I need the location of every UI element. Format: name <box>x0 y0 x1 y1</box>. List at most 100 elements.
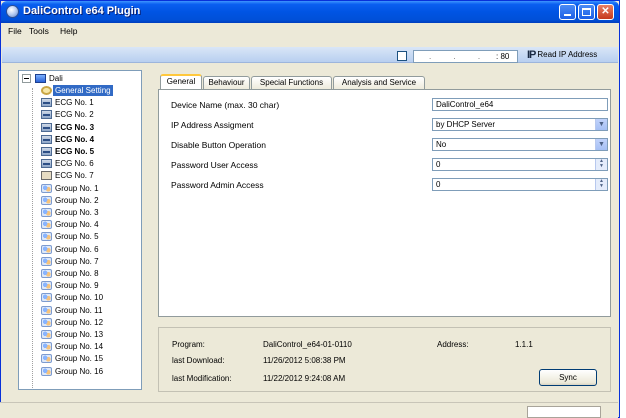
menu-bar: File Tools Help <box>1 23 619 39</box>
close-button[interactable]: ✕ <box>597 4 614 20</box>
tree-item[interactable]: Group No. 7 <box>19 256 137 267</box>
tab-general-active-label: General <box>166 77 196 86</box>
password-user-value: 0 <box>436 160 441 169</box>
menu-help[interactable]: Help <box>60 26 77 36</box>
ecg-icon <box>41 122 52 132</box>
spinner-icon[interactable]: ▲ ▼ <box>595 159 607 170</box>
read-ip-address-button[interactable]: IP Read IP Address <box>527 49 597 63</box>
tree-item[interactable]: Group No. 6 <box>19 244 137 255</box>
ip-assignment-value: by DHCP Server <box>436 120 495 129</box>
last-modification-label: last Modification: <box>172 374 232 383</box>
collapse-icon <box>22 74 31 83</box>
maximize-icon <box>582 8 591 16</box>
minimize-icon <box>564 14 571 16</box>
device-name-value: DaliControl_e64 <box>436 100 494 109</box>
group-icon <box>41 269 52 278</box>
group-icon <box>41 220 52 230</box>
tree-item[interactable]: ECG No. 4 <box>19 134 137 145</box>
disable-button-select[interactable]: No ▼ <box>432 138 608 151</box>
tab-analysis-and-service[interactable]: Analysis and Service <box>333 76 425 90</box>
tree-item[interactable]: ECG No. 1 <box>19 97 137 108</box>
tree-item[interactable]: Group No. 12 <box>19 317 137 328</box>
tree-item[interactable]: Group No. 15 <box>19 353 137 364</box>
close-icon: ✕ <box>601 6 610 17</box>
group-icon <box>41 244 52 254</box>
ecg-icon <box>41 134 52 144</box>
tree-item-label: Group No. 4 <box>55 220 99 230</box>
tree-item[interactable]: ECG No. 2 <box>19 109 137 120</box>
chevron-down-icon[interactable]: ▼ <box>595 119 607 130</box>
tree-item-label: Group No. 9 <box>55 281 99 291</box>
tree-item[interactable]: Group No. 14 <box>19 341 137 352</box>
tree-item-label: ECG No. 6 <box>55 159 94 169</box>
gear-icon <box>41 86 52 95</box>
tab-behaviour-label: Behaviour <box>208 78 245 87</box>
tab-analysis-and-service-label: Analysis and Service <box>341 78 417 87</box>
tree-item-label: Group No. 3 <box>55 208 99 217</box>
tab-special-functions[interactable]: Special Functions <box>251 76 332 90</box>
tab-special-functions-label: Special Functions <box>259 78 324 87</box>
tab-behaviour[interactable]: Behaviour <box>203 76 250 90</box>
password-user-stepper[interactable]: 0 ▲ ▼ <box>432 158 608 171</box>
tree-item[interactable]: ECG No. 7 <box>19 170 137 181</box>
tree-item[interactable]: General Setting <box>19 85 137 96</box>
tree-item[interactable]: Group No. 3 <box>19 207 137 218</box>
tree-item-label: Group No. 7 <box>55 256 99 266</box>
tree-root-dali[interactable]: Dali <box>19 73 139 84</box>
sync-button[interactable]: Sync <box>539 369 597 386</box>
tree-item-label: Group No. 8 <box>55 269 99 278</box>
last-download-value: 11/26/2012 5:08:38 PM <box>263 356 346 365</box>
last-download-label: last Download: <box>172 356 225 365</box>
tree-item[interactable]: ECG No. 5 <box>19 146 137 157</box>
group-icon <box>41 208 52 217</box>
ip-address-input[interactable]: . . . : 80 <box>413 50 518 63</box>
dali-icon <box>35 74 46 83</box>
tree-item[interactable]: Group No. 16 <box>19 366 137 377</box>
disable-button-value: No <box>436 140 447 149</box>
device-name-label: Device Name (max. 30 char) <box>171 100 280 110</box>
tree-item-label: ECG No. 5 <box>55 147 95 156</box>
device-name-input[interactable]: DaliControl_e64 <box>432 98 608 111</box>
tree-item-label: Group No. 10 <box>55 293 104 303</box>
ecg-icon <box>41 147 52 156</box>
menu-file[interactable]: File <box>8 26 22 36</box>
program-label: Program: <box>172 340 205 349</box>
connection-checkbox[interactable] <box>397 51 407 61</box>
address-value: 1.1.1 <box>515 340 533 349</box>
tab-general-active[interactable]: General <box>160 74 202 90</box>
maximize-button[interactable] <box>578 4 595 20</box>
tree-item[interactable]: Group No. 11 <box>19 305 137 316</box>
disable-button-label: Disable Button Operation <box>171 140 266 150</box>
group-icon <box>41 256 52 266</box>
password-admin-stepper[interactable]: 0 ▲ ▼ <box>432 178 608 191</box>
address-label: Address: <box>437 340 469 349</box>
spinner-icon[interactable]: ▲ ▼ <box>595 179 607 190</box>
title-bar[interactable]: DaliControl e64 Plugin ✕ <box>1 1 619 23</box>
tree-item[interactable]: Group No. 8 <box>19 268 137 279</box>
tree-item[interactable]: Group No. 9 <box>19 280 137 291</box>
group-icon <box>41 366 52 376</box>
tree-item[interactable]: Group No. 10 <box>19 292 137 303</box>
tree-item[interactable]: Group No. 13 <box>19 329 137 340</box>
ip-assignment-select[interactable]: by DHCP Server ▼ <box>432 118 608 131</box>
tree-item-label: ECG No. 3 <box>55 122 95 132</box>
tree-item[interactable]: ECG No. 6 <box>19 158 137 169</box>
ecg-icon <box>41 159 52 169</box>
minimize-button[interactable] <box>559 4 576 20</box>
tree-item[interactable]: ECG No. 3 <box>19 122 137 133</box>
tree-item-label: Group No. 11 <box>55 305 103 315</box>
tree-item[interactable]: Group No. 5 <box>19 231 137 242</box>
tree-item-label: Group No. 12 <box>55 317 104 327</box>
tree-item[interactable]: Group No. 1 <box>19 183 137 194</box>
read-ip-address-label: Read IP Address <box>537 50 598 59</box>
tree-item[interactable]: Group No. 2 <box>19 195 137 206</box>
device-tree[interactable]: Dali General Setting ECG No. 1 ECG No. 2 EC… <box>18 70 142 390</box>
tree-item-label: ECG No. 7 <box>55 171 94 181</box>
tree-item[interactable]: Group No. 4 <box>19 219 137 230</box>
chevron-down-icon[interactable]: ▼ <box>595 139 607 150</box>
ip-assignment-label: IP Address Assigment <box>171 120 254 130</box>
tree-item-label: Group No. 15 <box>55 354 104 364</box>
status-field <box>527 406 601 418</box>
menu-tools[interactable]: Tools <box>29 26 49 36</box>
group-icon <box>41 183 52 193</box>
